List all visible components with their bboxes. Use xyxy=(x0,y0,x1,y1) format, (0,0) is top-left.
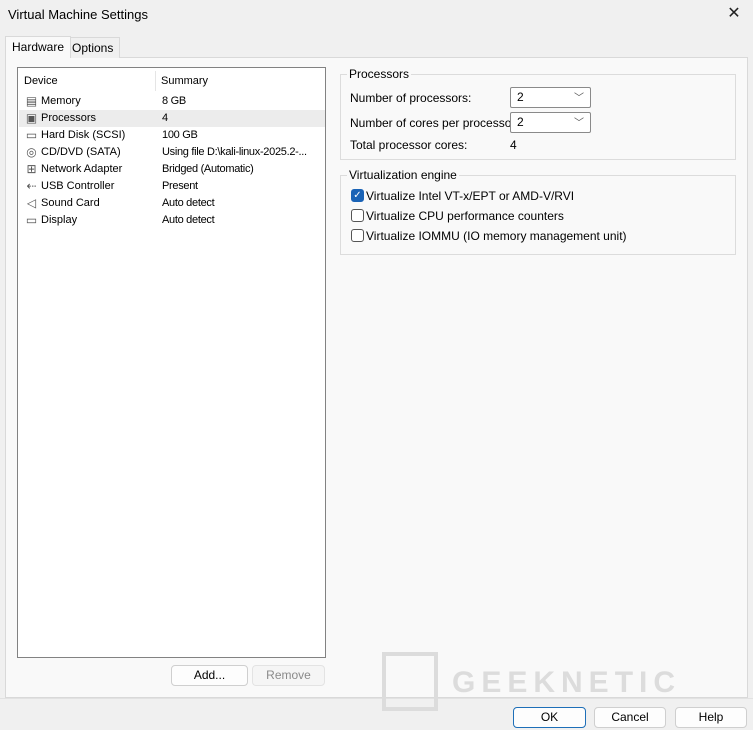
checkbox-label: Virtualize CPU performance counters xyxy=(366,208,564,223)
device-name: CD/DVD (SATA) xyxy=(41,146,121,158)
device-row[interactable]: ▭ Hard Disk (SCSI) 100 GB xyxy=(19,127,325,144)
checkbox[interactable] xyxy=(351,229,364,243)
processor-icon: ▣ xyxy=(25,111,38,125)
watermark-text: GEEKNETIC xyxy=(452,666,682,699)
display-icon: ▭ xyxy=(25,213,38,227)
add-button[interactable]: Add... xyxy=(171,665,248,686)
device-name: Processors xyxy=(41,112,97,124)
chevron-down-icon: ﹀ xyxy=(574,118,584,129)
watermark-logo xyxy=(382,652,438,711)
device-list[interactable]: Device Summary ▤ Memory 8 GB ▣ Processors 4 ▭ H… xyxy=(17,67,326,658)
tab-options[interactable]: Options xyxy=(65,37,121,58)
device-name: USB Controller xyxy=(41,180,115,192)
processors-group: Processors Number of processors: 2 ﹀ Numb… xyxy=(340,67,736,160)
column-header-device[interactable]: Device xyxy=(24,75,58,87)
device-summary: Using file D:\kali-linux-2025.2-... xyxy=(162,146,307,158)
processors-group-label: Processors xyxy=(347,67,412,81)
help-button[interactable]: Help xyxy=(675,707,747,728)
hard-disk-icon: ▭ xyxy=(25,128,38,142)
checkbox[interactable] xyxy=(351,209,364,223)
device-name: Display xyxy=(41,214,78,226)
device-summary: Bridged (Automatic) xyxy=(162,163,254,175)
num-processors-value: 2 xyxy=(517,90,524,104)
cancel-button[interactable]: Cancel xyxy=(594,707,666,728)
device-row[interactable]: ⇠ USB Controller Present xyxy=(19,178,325,195)
num-processors-label: Number of processors: xyxy=(350,91,472,105)
num-processors-select[interactable]: 2 ﹀ xyxy=(510,87,591,108)
virtualization-group: Virtualization engine ✓ Virtualize Intel … xyxy=(340,168,736,255)
device-summary: 4 xyxy=(162,112,168,124)
device-name: Network Adapter xyxy=(41,163,123,175)
cores-per-processor-label: Number of cores per processor: xyxy=(350,116,519,130)
checkbox-row[interactable]: Virtualize IOMMU (IO memory management u… xyxy=(351,228,627,243)
device-summary: Auto detect xyxy=(162,214,215,226)
remove-button[interactable]: Remove xyxy=(252,665,325,686)
window-title: Virtual Machine Settings xyxy=(8,7,148,22)
total-cores-label: Total processor cores: xyxy=(350,138,468,152)
checkbox-label: Virtualize IOMMU (IO memory management u… xyxy=(366,228,627,243)
cores-value: 2 xyxy=(517,115,524,129)
sound-card-icon: ◁ xyxy=(26,196,37,210)
column-header-summary[interactable]: Summary xyxy=(161,75,208,87)
device-summary: Auto detect xyxy=(162,197,215,209)
device-name: Sound Card xyxy=(41,197,100,209)
checkbox-label: Virtualize Intel VT-x/EPT or AMD-V/RVI xyxy=(366,188,575,203)
device-row[interactable]: ◁ Sound Card Auto detect xyxy=(19,195,325,212)
device-row[interactable]: ⊞ Network Adapter Bridged (Automatic) xyxy=(19,161,325,178)
ok-button[interactable]: OK xyxy=(513,707,586,728)
usb-icon: ⇠ xyxy=(26,179,37,193)
memory-icon: ▤ xyxy=(25,94,38,108)
device-summary: 8 GB xyxy=(162,95,186,107)
device-row[interactable]: ◎ CD/DVD (SATA) Using file D:\kali-linux-2… xyxy=(19,144,325,161)
device-row[interactable]: ▤ Memory 8 GB xyxy=(19,93,325,110)
virtualization-group-label: Virtualization engine xyxy=(347,168,459,182)
cores-per-processor-select[interactable]: 2 ﹀ xyxy=(510,112,591,133)
total-cores-value: 4 xyxy=(510,138,517,152)
network-adapter-icon: ⊞ xyxy=(26,162,37,176)
checkbox-row[interactable]: Virtualize CPU performance counters xyxy=(351,208,564,223)
column-divider[interactable] xyxy=(155,71,156,91)
checkbox-row[interactable]: ✓ Virtualize Intel VT-x/EPT or AMD-V/RVI xyxy=(351,188,574,203)
device-name: Hard Disk (SCSI) xyxy=(41,129,126,141)
cd-dvd-icon: ◎ xyxy=(26,145,37,159)
device-name: Memory xyxy=(41,95,81,107)
close-icon[interactable]: ✕ xyxy=(723,3,745,25)
checkbox[interactable]: ✓ xyxy=(351,189,364,203)
device-row[interactable]: ▭ Display Auto detect xyxy=(19,212,325,229)
device-summary: Present xyxy=(162,180,198,192)
tab-hardware[interactable]: Hardware xyxy=(5,36,72,58)
chevron-down-icon: ﹀ xyxy=(574,93,584,104)
device-summary: 100 GB xyxy=(162,129,198,141)
device-row[interactable]: ▣ Processors 4 xyxy=(19,110,325,127)
